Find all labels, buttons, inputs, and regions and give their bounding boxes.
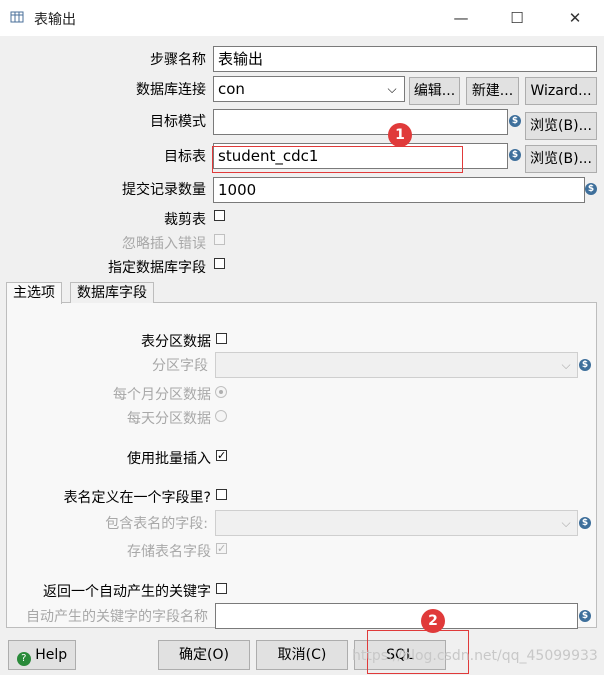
specify-fields-label: 指定数据库字段 [108,260,206,276]
target-table-label: 目标表 [164,149,206,165]
variable-icon: $ [509,115,521,127]
db-connection-select[interactable]: con [213,76,405,102]
wizard-button[interactable]: Wizard... [525,77,597,105]
variable-icon: $ [579,610,591,622]
target-schema-label: 目标模式 [150,114,206,130]
partition-checkbox[interactable] [216,333,227,344]
ignore-errors-checkbox[interactable] [214,234,225,245]
variable-icon: $ [579,359,591,371]
store-table-name-label: 存储表名字段 [127,544,211,560]
chevron-down-icon: ⌵ [561,358,571,372]
auto-key-field-input[interactable] [215,603,578,629]
commit-size-input[interactable]: 1000 [213,177,585,203]
monthly-partition-radio[interactable] [215,386,227,398]
cancel-button[interactable]: 取消(C) [256,640,348,670]
watermark: https://blog.csdn.net/qq_45099933 [352,648,598,664]
table-in-field-label: 表名定义在一个字段里? [63,490,211,506]
window-title: 表输出 [34,12,76,28]
monthly-partition-label: 每个月分区数据 [113,387,211,403]
batch-insert-checkbox[interactable]: ✓ [216,450,227,461]
annotation-badge-2: 2 [421,609,445,633]
db-connection-label: 数据库连接 [136,82,206,98]
edit-connection-button[interactable]: 编辑... [409,77,460,105]
browse-table-button[interactable]: 浏览(B)... [525,145,597,173]
table-name-field-label: 包含表名的字段: [105,516,208,532]
ok-button[interactable]: 确定(O) [158,640,250,670]
step-name-label: 步骤名称 [150,52,206,68]
variable-icon: $ [579,517,591,529]
chevron-down-icon: ⌵ [561,516,571,530]
tab-database-fields[interactable]: 数据库字段 [70,282,154,303]
db-connection-value: con [218,80,245,98]
store-table-name-checkbox[interactable]: ✓ [216,543,227,554]
annotation-box-1 [212,146,463,173]
chevron-down-icon[interactable]: ⌵ [385,82,399,96]
maximize-button[interactable]: ☐ [494,6,540,30]
target-schema-input[interactable] [213,109,508,135]
help-button-label: Help [35,647,68,663]
truncate-checkbox[interactable] [214,210,225,221]
help-button[interactable]: ? Help [8,640,76,670]
daily-partition-radio[interactable] [215,410,227,422]
partition-label: 表分区数据 [141,334,211,350]
partition-field-select[interactable] [215,352,578,378]
truncate-label: 裁剪表 [164,212,206,228]
batch-insert-label: 使用批量插入 [127,451,211,467]
table-output-icon [10,10,24,24]
table-in-field-checkbox[interactable] [216,489,227,500]
variable-icon: $ [585,183,597,195]
return-key-label: 返回一个自动产生的关键字 [43,584,211,600]
browse-schema-button[interactable]: 浏览(B)... [525,112,597,140]
new-connection-button[interactable]: 新建... [466,77,519,105]
minimize-button[interactable]: — [438,6,484,30]
annotation-badge-1: 1 [388,123,412,147]
step-name-input[interactable]: 表输出 [213,46,597,72]
help-icon: ? [16,652,31,666]
partition-field-label: 分区字段 [152,358,208,374]
return-key-checkbox[interactable] [216,583,227,594]
ignore-errors-label: 忽略插入错误 [122,236,206,252]
variable-icon: $ [509,149,521,161]
table-name-field-select[interactable] [215,510,578,536]
daily-partition-label: 每天分区数据 [127,411,211,427]
tab-main-options[interactable]: 主选项 [6,282,62,304]
commit-size-label: 提交记录数量 [122,182,206,198]
auto-key-field-label: 自动产生的关键字的字段名称 [26,609,208,625]
specify-fields-checkbox[interactable] [214,258,225,269]
close-button[interactable]: ✕ [552,6,598,30]
